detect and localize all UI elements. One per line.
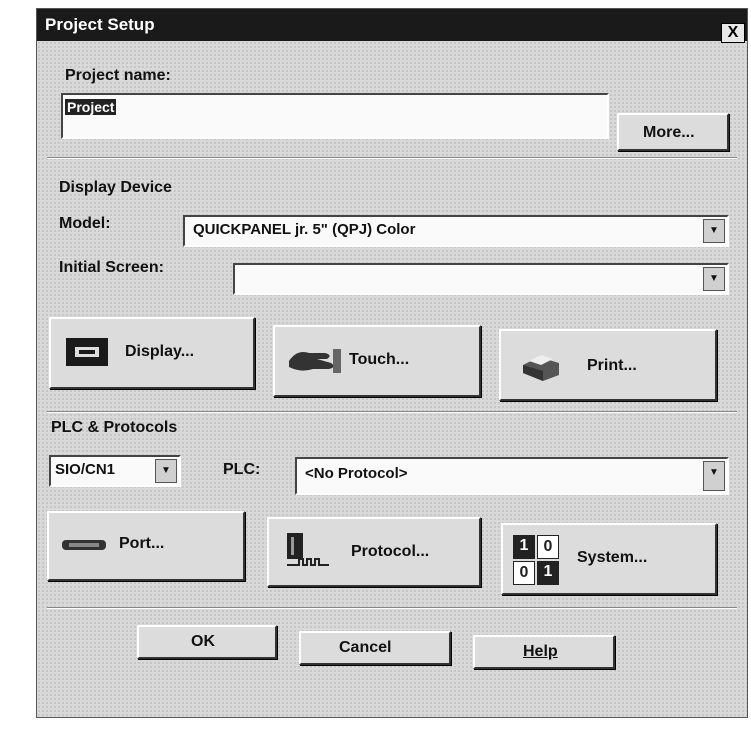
close-button[interactable]: X (721, 23, 745, 43)
help-button[interactable]: Help (473, 635, 615, 669)
port-button[interactable]: Port... (47, 511, 245, 581)
cancel-button[interactable]: Cancel (299, 631, 451, 665)
model-value: QUICKPANEL jr. 5" (QPJ) Color (193, 221, 416, 238)
project-name-field[interactable]: Project (61, 93, 609, 139)
separator (47, 411, 737, 413)
display-device-heading: Display Device (59, 179, 172, 196)
chevron-down-icon[interactable]: ▼ (703, 219, 725, 243)
serial-port-icon (62, 540, 106, 550)
plc-label: PLC: (223, 461, 261, 478)
separator (47, 157, 737, 159)
binary-grid-icon: 1 0 0 1 (513, 535, 559, 585)
print-button[interactable]: Print... (499, 329, 717, 401)
monitor-icon (66, 338, 108, 366)
model-dropdown[interactable]: QUICKPANEL jr. 5" (QPJ) Color ▼ (183, 215, 729, 247)
display-button[interactable]: Display... (49, 317, 255, 389)
model-label: Model: (59, 215, 111, 232)
chevron-down-icon[interactable]: ▼ (703, 461, 725, 491)
separator (47, 607, 737, 609)
port-dropdown[interactable]: SIO/CN1 ▼ (49, 455, 181, 487)
ok-button-label: OK (191, 633, 215, 650)
binary-digit: 1 (537, 561, 559, 585)
plc-protocols-heading: PLC & Protocols (51, 419, 178, 436)
port-button-label: Port... (119, 535, 165, 552)
chevron-down-icon[interactable]: ▼ (155, 459, 177, 483)
more-button[interactable]: More... (617, 113, 729, 151)
cancel-button-label: Cancel (339, 639, 392, 656)
title-bar: Project Setup X (37, 9, 747, 43)
protocol-button-label: Protocol... (351, 543, 430, 560)
initial-screen-label: Initial Screen: (59, 259, 164, 276)
print-button-label: Print... (587, 357, 637, 374)
more-button-label: More... (643, 124, 695, 141)
printer-icon (523, 355, 559, 381)
binary-digit: 0 (513, 561, 535, 585)
protocol-button[interactable]: Protocol... (267, 517, 481, 587)
port-value: SIO/CN1 (55, 461, 116, 478)
window-title: Project Setup (45, 15, 155, 34)
project-name-label: Project name: (65, 67, 171, 84)
touch-button-label: Touch... (349, 351, 410, 368)
ok-button[interactable]: OK (137, 625, 277, 659)
touch-button[interactable]: Touch... (273, 325, 481, 397)
chevron-down-icon[interactable]: ▼ (703, 267, 725, 291)
display-button-label: Display... (125, 343, 195, 360)
hand-touch-icon (289, 349, 341, 373)
initial-screen-dropdown[interactable]: ▼ (233, 263, 729, 295)
system-button-label: System... (577, 549, 648, 566)
system-button[interactable]: 1 0 0 1 System... (501, 523, 717, 595)
binary-digit: 0 (537, 535, 559, 559)
project-setup-dialog: Project Setup X Project name: Project Mo… (36, 8, 748, 718)
waveform-icon (287, 533, 329, 566)
project-name-value: Project (65, 99, 117, 115)
binary-digit: 1 (513, 535, 535, 559)
plc-dropdown[interactable]: <No Protocol> ▼ (295, 457, 729, 495)
plc-value: <No Protocol> (305, 465, 408, 482)
help-button-label: Help (523, 643, 558, 660)
